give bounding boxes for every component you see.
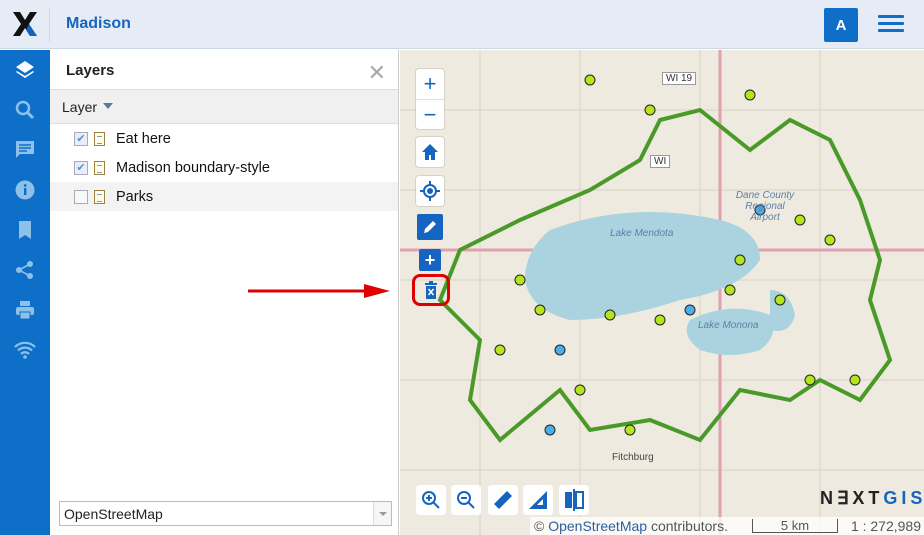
nextgis-brand-logo: N∃XTGIS — [820, 488, 924, 508]
map-canvas[interactable]: Lake Mendota Lake Monona Fitchburg Dane … — [400, 50, 924, 535]
map-background — [400, 50, 924, 535]
document-icon — [94, 131, 105, 146]
scale-ratio: 1 : 272,989 — [850, 518, 921, 534]
layer-checkbox[interactable]: ✔ — [74, 160, 88, 175]
basemap-select[interactable]: OpenStreetMap — [59, 501, 392, 526]
map-label-wi19: WI 19 — [662, 72, 697, 85]
document-icon — [94, 160, 105, 175]
layer-label: Parks — [116, 188, 154, 205]
close-icon[interactable]: ✕ — [368, 60, 386, 86]
layer-column-label: Layer — [62, 99, 98, 115]
layer-item[interactable]: ✔ Eat here — [50, 124, 398, 153]
home-icon — [422, 144, 438, 160]
red-arrow-annotation-icon — [248, 284, 390, 298]
pencil-icon — [424, 221, 436, 233]
layer-item[interactable]: Parks — [50, 182, 398, 211]
trash-icon — [425, 281, 437, 299]
layer-label: Madison boundary-style — [116, 159, 270, 176]
zoom-out-tool-button[interactable] — [451, 485, 481, 515]
share-icon[interactable] — [13, 258, 37, 282]
print-icon[interactable] — [13, 298, 37, 322]
map-label-lake-mendota: Lake Mendota — [610, 228, 674, 239]
zoom-control: + − — [416, 69, 444, 129]
delete-feature-button[interactable] — [412, 274, 450, 306]
zoom-out-button[interactable]: − — [416, 99, 444, 129]
sidebar — [0, 50, 50, 535]
comment-icon[interactable] — [13, 138, 37, 162]
info-icon[interactable] — [13, 178, 37, 202]
home-button[interactable] — [416, 137, 444, 167]
swipe-compare-button[interactable] — [559, 485, 589, 515]
chevron-down-icon[interactable] — [373, 502, 391, 525]
triangle-ruler-icon — [529, 491, 547, 509]
zoom-in-icon — [422, 491, 440, 509]
edit-button[interactable] — [417, 214, 443, 240]
layer-item[interactable]: ✔ Madison boundary-style — [50, 153, 398, 182]
osm-link[interactable]: OpenStreetMap — [548, 518, 647, 534]
measure-distance-button[interactable] — [488, 485, 518, 515]
zoom-in-button[interactable]: + — [416, 69, 444, 99]
basemap-value: OpenStreetMap — [64, 506, 163, 522]
add-feature-button[interactable]: + — [419, 249, 441, 271]
plus-icon: + — [424, 249, 436, 270]
locate-icon — [420, 181, 440, 201]
wifi-icon[interactable] — [13, 338, 37, 362]
locate-button[interactable] — [416, 176, 444, 206]
map-label-lake-monona: Lake Monona — [698, 320, 759, 331]
zoom-in-tool-button[interactable] — [416, 485, 446, 515]
app-title: Madison — [66, 15, 131, 32]
bookmark-icon[interactable] — [13, 218, 37, 242]
hamburger-menu-icon[interactable] — [878, 15, 904, 35]
compare-icon — [565, 489, 584, 511]
layer-checkbox[interactable]: ✔ — [74, 131, 88, 146]
user-avatar-button[interactable]: A — [824, 8, 858, 42]
scale-bar: 5 km — [752, 519, 838, 533]
measure-area-button[interactable] — [523, 485, 553, 515]
layer-column-header[interactable]: Layer — [50, 90, 398, 124]
top-bar: Madison A — [0, 0, 924, 49]
sort-caret-icon — [103, 103, 114, 114]
zoom-out-icon — [457, 491, 475, 509]
map-label-wi: WI — [650, 155, 671, 168]
divider — [49, 8, 50, 42]
layer-checkbox[interactable] — [74, 189, 88, 204]
nextgis-logo-icon[interactable] — [12, 11, 38, 37]
document-icon — [94, 189, 105, 204]
panel-title: Layers — [50, 50, 398, 90]
map-label-fitchburg: Fitchburg — [612, 452, 654, 463]
layer-label: Eat here — [116, 130, 171, 147]
ruler-icon — [494, 491, 512, 509]
map-label-airport: Dane County Regional Airport — [735, 190, 795, 223]
layers-icon[interactable] — [13, 58, 37, 82]
search-icon[interactable] — [13, 98, 37, 122]
